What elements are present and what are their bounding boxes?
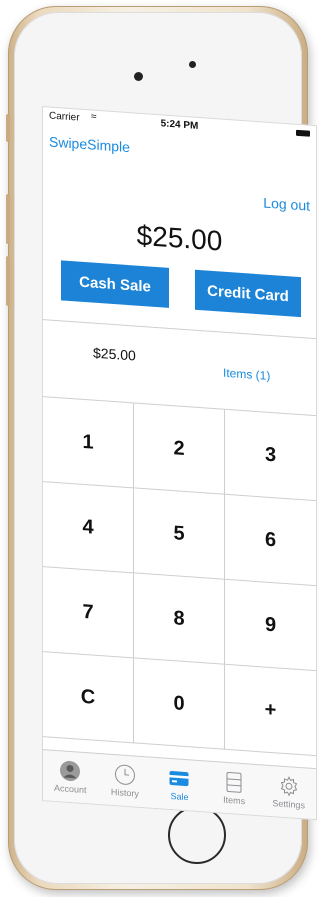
speaker-icon xyxy=(134,72,143,81)
key-8[interactable]: 8 xyxy=(134,573,225,665)
battery-icon xyxy=(296,129,310,137)
keypad: 1 2 3 4 5 6 7 8 9 C 0 + xyxy=(43,397,316,757)
volume-up-button xyxy=(6,194,10,244)
cash-sale-button[interactable]: Cash Sale xyxy=(61,260,169,308)
credit-card-button[interactable]: Credit Card xyxy=(195,269,301,318)
logout-link[interactable]: Log out xyxy=(263,194,310,213)
sale-total: $25.00 xyxy=(136,219,223,257)
card-icon xyxy=(169,771,189,787)
app-screen: Carrier ≈ 5:24 PM SwipeSimple Log out $2… xyxy=(42,106,317,821)
account-icon xyxy=(60,760,81,782)
tab-label: History xyxy=(110,786,139,799)
key-4[interactable]: 4 xyxy=(43,482,134,574)
gear-icon xyxy=(280,776,297,797)
mute-switch xyxy=(6,114,10,142)
tab-label: Items xyxy=(223,794,246,807)
sale-amount: $25.00 xyxy=(93,344,136,364)
items-link[interactable]: Items (1) xyxy=(223,366,270,383)
key-1[interactable]: 1 xyxy=(43,397,134,489)
tab-history[interactable]: History xyxy=(98,754,153,808)
key-3[interactable]: 3 xyxy=(225,409,316,502)
key-plus[interactable]: + xyxy=(225,664,316,757)
key-0[interactable]: 0 xyxy=(134,658,225,750)
tab-sale[interactable]: Sale xyxy=(152,758,207,812)
items-icon xyxy=(226,772,242,793)
key-9[interactable]: 9 xyxy=(225,579,316,672)
phone-frame: Carrier ≈ 5:24 PM SwipeSimple Log out $2… xyxy=(6,6,317,890)
camera-icon xyxy=(189,61,196,68)
tab-label: Settings xyxy=(272,798,305,811)
key-7[interactable]: 7 xyxy=(43,567,134,659)
tab-items[interactable]: Items xyxy=(207,762,262,816)
app-title: SwipeSimple xyxy=(49,133,130,156)
key-5[interactable]: 5 xyxy=(134,488,225,580)
key-clear[interactable]: C xyxy=(43,652,134,744)
tab-label: Account xyxy=(54,782,87,796)
clock-icon xyxy=(114,764,135,785)
home-button[interactable] xyxy=(168,806,226,864)
tab-account[interactable]: Account xyxy=(43,750,98,804)
divider xyxy=(43,319,316,340)
volume-down-button xyxy=(6,256,10,306)
key-2[interactable]: 2 xyxy=(134,403,225,495)
key-6[interactable]: 6 xyxy=(225,494,316,587)
tab-settings[interactable]: Settings xyxy=(261,765,316,819)
tab-label: Sale xyxy=(170,790,189,803)
